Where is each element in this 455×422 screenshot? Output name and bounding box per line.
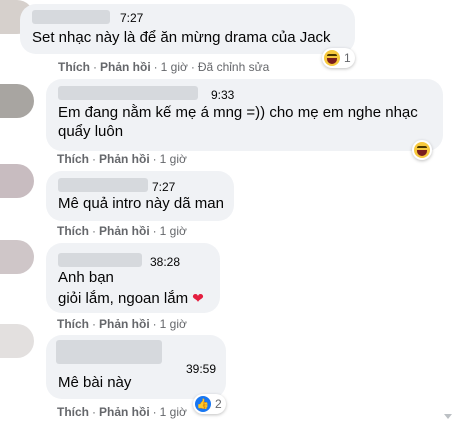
avatar[interactable] xyxy=(0,240,34,274)
author-name[interactable] xyxy=(32,10,110,24)
comment-text-line-1: Anh bạn xyxy=(58,269,114,286)
like-link[interactable]: Thích xyxy=(57,224,89,238)
comment-text: Mê quả intro này dã man xyxy=(58,195,224,212)
comment-age[interactable]: 1 giờ xyxy=(160,152,187,166)
reply-link[interactable]: Phản hồi xyxy=(99,317,150,331)
comment-actions: Thích · Phản hồi · 1 giờ xyxy=(57,152,187,166)
comment-text: giỏi lắm, ngoan lắm xyxy=(58,290,189,307)
author-name[interactable] xyxy=(58,86,198,100)
like-link[interactable]: Thích xyxy=(57,152,89,166)
reaction-count: 2 xyxy=(215,397,222,411)
comment-timestamp: 39:59 xyxy=(186,362,217,376)
like-link[interactable]: Thích xyxy=(57,405,89,419)
comment-actions: Thích · Phản hồi · 1 giờ · Đã chỉnh sửa xyxy=(58,60,270,74)
comment-age[interactable]: 1 giờ xyxy=(161,60,188,74)
comment-timestamp: 38:28 xyxy=(150,255,181,269)
reaction-summary[interactable]: 👍 2 xyxy=(193,394,226,414)
comment-actions: Thích · Phản hồi · 1 giờ xyxy=(57,224,187,238)
comment-age[interactable]: 1 giờ xyxy=(160,317,187,331)
comment-text: Mê bài này xyxy=(58,374,132,391)
comment-age[interactable]: 1 giờ xyxy=(160,224,187,238)
comment-actions: Thích · Phản hồi · 1 giờ xyxy=(57,317,187,331)
comment-text-line-1: Em đang nằm kế mẹ á mng =)) cho mẹ em ng… xyxy=(58,104,418,121)
avatar[interactable] xyxy=(0,164,34,198)
haha-icon xyxy=(414,142,430,158)
reaction-summary[interactable]: 1 xyxy=(322,48,355,68)
comment-age[interactable]: 1 giờ xyxy=(160,405,187,419)
reaction-count: 1 xyxy=(344,51,351,65)
reply-link[interactable]: Phản hồi xyxy=(99,224,150,238)
author-name[interactable] xyxy=(56,340,162,364)
comment-timestamp: 7:27 xyxy=(120,11,144,25)
comment-timestamp: 9:33 xyxy=(211,88,235,102)
reply-link[interactable]: Phản hồi xyxy=(99,405,150,419)
avatar[interactable] xyxy=(0,324,34,358)
comment-text-line-2: quẩy luôn xyxy=(58,123,124,140)
author-name[interactable] xyxy=(58,178,148,192)
like-icon: 👍 xyxy=(195,396,211,412)
like-link[interactable]: Thích xyxy=(57,317,89,331)
scroll-down-icon[interactable] xyxy=(444,414,452,419)
comment-actions: Thích · Phản hồi · 1 giờ xyxy=(57,405,187,419)
haha-icon xyxy=(324,50,340,66)
comment-text: Set nhạc này là để ăn mừng drama của Jac… xyxy=(32,29,331,46)
reply-link[interactable]: Phản hồi xyxy=(100,60,151,74)
author-name[interactable] xyxy=(58,253,142,267)
like-link[interactable]: Thích xyxy=(58,60,90,74)
reaction-summary[interactable] xyxy=(412,140,432,160)
avatar[interactable] xyxy=(0,84,34,118)
comment-text-line-2: giỏi lắm, ngoan lắm ❤ xyxy=(58,288,204,309)
heart-icon: ❤ xyxy=(192,290,204,306)
comment-timestamp: 7:27 xyxy=(152,180,176,194)
reply-link[interactable]: Phản hồi xyxy=(99,152,150,166)
edited-label: Đã chỉnh sửa xyxy=(197,60,270,74)
